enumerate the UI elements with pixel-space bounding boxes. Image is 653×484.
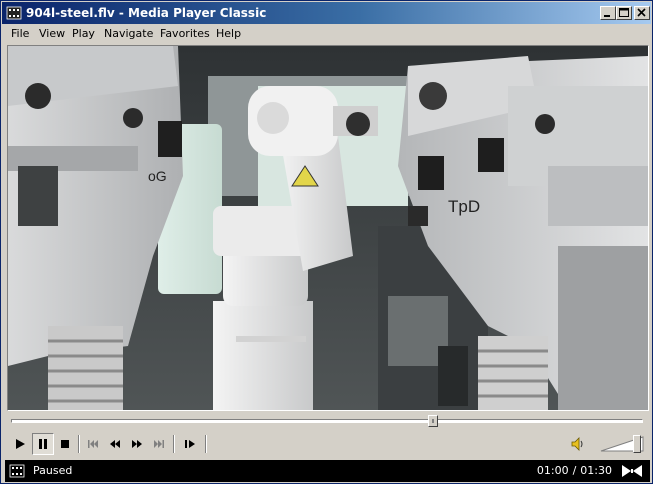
frame-step-icon [185,440,195,448]
seek-bar[interactable] [7,414,647,428]
menu-help[interactable]: Help [216,27,241,40]
control-separator [205,435,207,453]
menu-view[interactable]: View [39,27,65,40]
pause-icon [39,439,47,449]
film-icon [9,464,25,478]
window-title: 904l-steel.flv - Media Player Classic [26,6,267,20]
rewind-button[interactable] [104,433,126,455]
fast-forward-button[interactable] [126,433,148,455]
time-display: 01:00/01:30 [537,464,612,477]
skip-back-icon [88,440,98,448]
skip-back-button[interactable] [82,433,104,455]
control-separator [78,435,80,453]
fast-forward-icon [132,440,142,448]
play-button[interactable] [9,433,31,455]
seek-thumb[interactable] [427,415,438,427]
frame-step-button[interactable] [179,433,201,455]
main-window: 904l-steel.flv - Media Player Classic Fi… [0,0,653,484]
rewind-icon [110,440,120,448]
maximize-button[interactable] [616,6,632,20]
bowtie-icon [622,465,642,477]
control-separator [173,435,175,453]
menu-play[interactable]: Play [72,27,95,40]
menu-navigate[interactable]: Navigate [104,27,153,40]
title-bar[interactable]: 904l-steel.flv - Media Player Classic [2,2,651,24]
pause-button[interactable] [32,433,54,455]
play-icon [16,439,25,449]
volume-thumb[interactable] [633,435,642,453]
close-icon [637,8,646,17]
playback-controls [7,433,647,455]
close-button[interactable] [634,6,650,20]
minimize-icon [604,15,610,17]
mute-button[interactable] [567,433,589,455]
menu-favorites[interactable]: Favorites [160,27,210,40]
time-separator: / [572,464,577,477]
video-display[interactable]: oG TpD [7,45,649,411]
status-bar: Paused 01:00/01:30 [5,460,650,482]
volume-slider[interactable] [599,435,645,453]
skip-forward-button[interactable] [148,433,170,455]
machine-label-left: oG [148,168,167,184]
total-time: 01:30 [580,464,612,477]
stop-button[interactable] [54,433,76,455]
speaker-icon [571,437,583,451]
skip-forward-icon [154,440,164,448]
video-frame-image: oG TpD [8,46,648,410]
playback-state: Paused [33,464,73,477]
minimize-button[interactable] [600,6,616,20]
menu-file[interactable]: File [11,27,29,40]
film-icon [6,6,22,20]
stop-icon [61,440,69,448]
machine-label-right: TpD [448,197,480,216]
seek-track[interactable] [11,419,643,423]
menu-bar: File View Play Navigate Favorites Help [2,24,651,43]
maximize-icon [619,8,629,17]
current-time: 01:00 [536,464,569,477]
